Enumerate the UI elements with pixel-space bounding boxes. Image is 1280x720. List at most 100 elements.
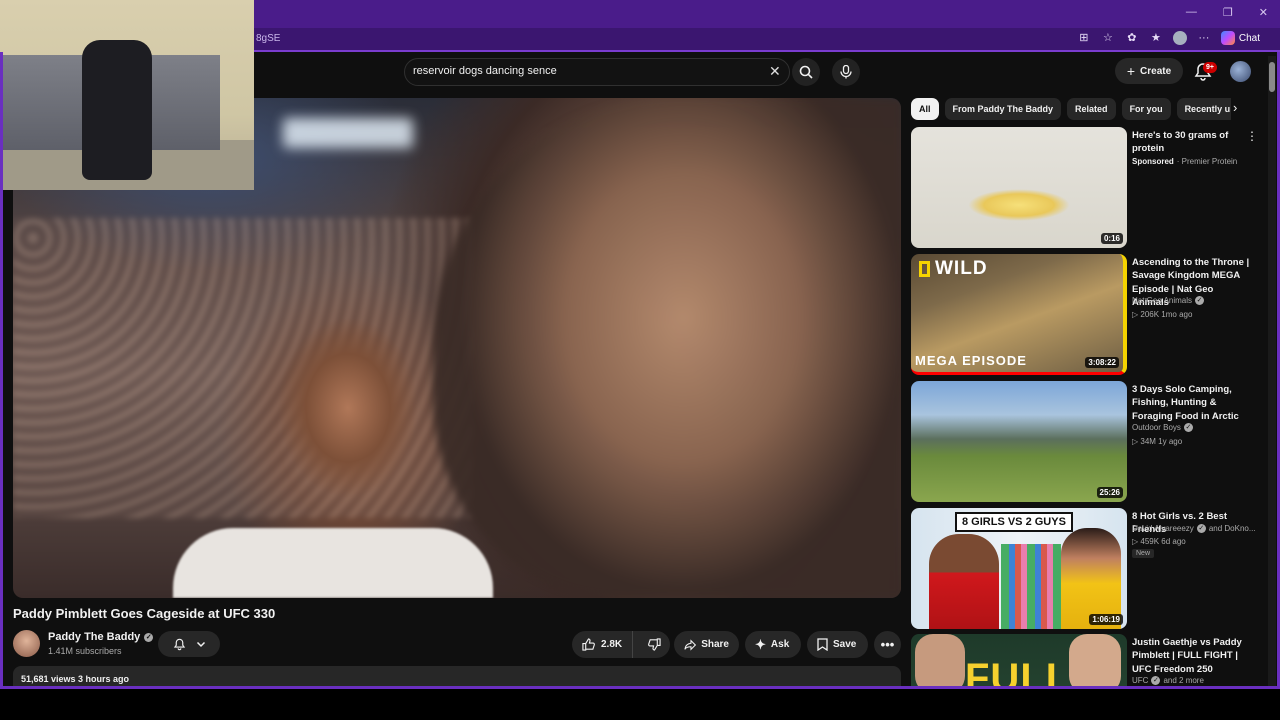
like-dislike-group: 2.8K	[572, 631, 670, 658]
rec-title[interactable]: Justin Gaethje vs Paddy Pimblett | FULL …	[1132, 636, 1250, 676]
video-shirt	[173, 528, 493, 598]
rec-meta: ▷ 206K 1mo ago	[1132, 310, 1193, 319]
rec-meta: ▷ 34M 1y ago	[1132, 437, 1183, 446]
browser-profile-avatar[interactable]	[1172, 31, 1187, 45]
bookmark-icon	[817, 638, 828, 651]
minimize-icon[interactable]: —	[1186, 6, 1197, 19]
webcam-overlay	[0, 0, 254, 190]
screen: — ❐ ✕ 8gSE ⊞ ☆ ✿ ★ ··· Chat ✕ + Create	[0, 0, 1280, 720]
rec-title[interactable]: 3 Days Solo Camping, Fishing, Hunting & …	[1132, 383, 1250, 423]
bell-icon	[173, 638, 185, 650]
verified-icon: ✓	[1183, 423, 1193, 432]
chat-label: Chat	[1238, 32, 1260, 44]
chevron-right-icon[interactable]: ›	[1233, 100, 1237, 115]
more-options-icon[interactable]: ···	[1197, 31, 1211, 45]
filter-chips: All From Paddy The Baddy Related For you…	[911, 98, 1231, 120]
verified-icon: ✓	[144, 632, 154, 642]
rec-channel-name: Nat Geo Animals	[1132, 296, 1193, 305]
copilot-icon	[1220, 31, 1235, 45]
advertiser-name: · Premier Protein	[1176, 157, 1238, 166]
restore-icon[interactable]: ❐	[1223, 6, 1233, 19]
subscribed-notifications-button[interactable]	[158, 631, 220, 657]
video-thumbnail[interactable]: 0:16	[911, 127, 1127, 248]
extensions-icon[interactable]: ✿	[1125, 31, 1139, 45]
window-controls: — ❐ ✕	[1186, 6, 1268, 19]
list-item[interactable]: WILD MEGA EPISODE 3:08:22 Ascending to t…	[911, 254, 1256, 376]
list-item[interactable]: 0:16 Here's to 30 grams of protein Spons…	[911, 127, 1258, 249]
chip-from-channel[interactable]: From Paddy The Baddy	[944, 98, 1062, 120]
description-box[interactable]: 51,681 views 3 hours ago	[13, 666, 901, 688]
thumb-text-bottom: MEGA EPISODE	[915, 353, 1027, 368]
share-label: Share	[701, 639, 729, 650]
verified-icon: ✓	[1196, 524, 1206, 533]
list-item[interactable]: FULL Justin Gaethje vs Paddy Pimblett | …	[911, 634, 1256, 686]
like-count: 2.8K	[601, 639, 623, 650]
search-box[interactable]: ✕	[404, 58, 790, 86]
chip-recently-uploaded[interactable]: Recently u	[1176, 98, 1231, 120]
duration-badge: 3:08:22	[1085, 357, 1119, 368]
thumb-figure	[915, 634, 965, 686]
more-vert-icon[interactable]: ⋮	[1246, 129, 1258, 143]
browser-toolbar-icons: ⊞ ☆ ✿ ★ ··· Chat	[1077, 31, 1260, 45]
share-button[interactable]: Share	[674, 631, 739, 658]
verified-icon: ✓	[1151, 676, 1161, 685]
rec-title[interactable]: Here's to 30 grams of protein	[1132, 129, 1250, 156]
thumb-group	[1001, 544, 1061, 629]
page-scrollbar-thumb[interactable]	[1269, 62, 1275, 92]
rec-channel[interactable]: UFC ✓ and 2 more	[1132, 676, 1204, 685]
save-button[interactable]: Save	[807, 631, 868, 658]
rec-channel[interactable]: Outdoor Boys ✓	[1132, 423, 1193, 432]
video-thumbnail[interactable]: 25:26	[911, 381, 1127, 502]
verified-icon: ✓	[1195, 296, 1205, 305]
ask-button[interactable]: ✦ Ask	[745, 631, 801, 658]
search-input[interactable]	[413, 65, 753, 77]
video-title: Paddy Pimblett Goes Cageside at UFC 330	[13, 606, 276, 621]
chevron-down-icon	[196, 641, 205, 648]
search-button[interactable]	[792, 58, 820, 86]
create-label: Create	[1140, 65, 1172, 77]
like-button[interactable]: 2.8K	[572, 631, 634, 658]
chip-for-you[interactable]: For you	[1121, 98, 1171, 120]
video-foreground-hair	[433, 98, 901, 598]
duration-badge: 1:06:19	[1089, 614, 1123, 625]
favorite-star-icon[interactable]: ☆	[1101, 31, 1115, 45]
list-item[interactable]: 25:26 3 Days Solo Camping, Fishing, Hunt…	[911, 381, 1256, 503]
rec-advertiser: Sponsored · Premier Protein	[1132, 157, 1237, 166]
dislike-button[interactable]	[638, 631, 671, 658]
rec-channel[interactable]: Nat Geo Animals ✓	[1132, 296, 1205, 305]
voice-search-button[interactable]	[832, 58, 860, 86]
create-button[interactable]: + Create	[1115, 58, 1183, 84]
video-thumbnail[interactable]: FULL	[911, 634, 1127, 686]
avatar[interactable]	[1230, 61, 1251, 82]
copilot-chat-button[interactable]: Chat	[1220, 31, 1260, 45]
channel-avatar[interactable]	[13, 630, 40, 657]
sparkle-icon: ✦	[755, 636, 766, 652]
channel-name-text: Paddy The Baddy	[48, 631, 141, 643]
rec-channel-name: Outdoor Boys	[1132, 423, 1181, 432]
thumb-brand: WILD	[919, 258, 988, 280]
channel-name[interactable]: Paddy The Baddy ✓	[48, 631, 154, 643]
more-actions-button[interactable]: •••	[874, 631, 901, 658]
rec-channel-name: David Alvareeezy	[1132, 524, 1194, 533]
page-scrollbar[interactable]	[1268, 56, 1276, 686]
more-icon: •••	[880, 636, 895, 652]
search-icon	[799, 65, 813, 79]
chip-all[interactable]: All	[911, 98, 939, 120]
app-available-icon[interactable]: ⊞	[1077, 31, 1091, 45]
thumbs-up-icon	[582, 638, 595, 651]
share-icon	[684, 638, 697, 651]
video-thumbnail[interactable]: WILD MEGA EPISODE 3:08:22	[911, 254, 1127, 375]
address-bar-text[interactable]: 8gSE	[256, 33, 280, 44]
rec-channel-name: UFC	[1132, 676, 1149, 685]
list-item[interactable]: 8 GIRLS VS 2 GUYS 1:06:19 8 Hot Girls vs…	[911, 508, 1256, 630]
video-thumbnail[interactable]: 8 GIRLS VS 2 GUYS 1:06:19	[911, 508, 1127, 629]
close-icon[interactable]: ✕	[769, 63, 781, 80]
video-stage-lights	[283, 118, 413, 148]
close-window-icon[interactable]: ✕	[1259, 6, 1268, 19]
chip-related[interactable]: Related	[1067, 98, 1116, 120]
sponsored-label: Sponsored	[1132, 157, 1174, 166]
favorites-icon[interactable]: ★	[1149, 31, 1163, 45]
rec-meta: ▷ 459K 6d ago	[1132, 537, 1186, 546]
notification-badge: 9+	[1203, 62, 1217, 73]
rec-channel[interactable]: David Alvareeezy ✓ and DoKno...	[1132, 524, 1256, 533]
